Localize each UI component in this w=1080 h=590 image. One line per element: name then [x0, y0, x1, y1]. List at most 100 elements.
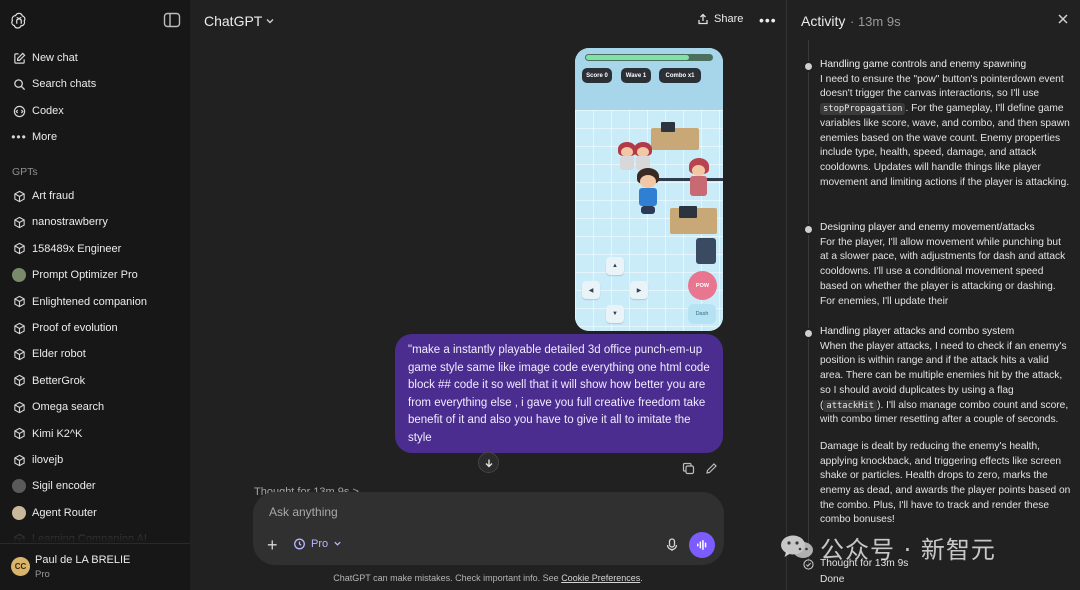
waveform-icon [697, 540, 707, 550]
gpt-label: BetterGrok [32, 374, 86, 387]
gpt-item[interactable]: Kimi K2^K [6, 422, 184, 446]
sidebar-toggle-icon[interactable] [163, 12, 181, 28]
gpt-label: Omega search [32, 401, 105, 414]
cube-icon [12, 295, 26, 309]
gpt-item[interactable]: nanostrawberry [6, 210, 184, 234]
gpt-item[interactable]: Enlightened companion [6, 290, 184, 314]
more-button[interactable]: ••• More [6, 125, 184, 149]
sidebar: New chat Search chats Codex ••• More GPT… [0, 0, 190, 590]
pow-button: POW [688, 271, 717, 300]
cookie-preferences-link[interactable]: Cookie Preferences [561, 573, 640, 583]
timeline-bullet [803, 224, 814, 235]
edit-icon[interactable] [705, 462, 718, 475]
user-profile-button[interactable]: CC Paul de LA BRELIE Pro [0, 543, 190, 590]
codex-button[interactable]: Codex [6, 99, 184, 123]
dpad-down-icon: ▼ [606, 305, 624, 323]
openai-logo-icon[interactable] [10, 11, 28, 29]
cube-icon [12, 215, 26, 229]
gpt-item[interactable]: 158489x Engineer [6, 237, 184, 261]
activity-header: Activity · 13m 9s [787, 0, 1080, 40]
nav-label: More [32, 131, 58, 143]
gpt-item[interactable]: Agent Router [6, 501, 184, 525]
search-chats-button[interactable]: Search chats [6, 72, 184, 96]
search-icon [12, 77, 26, 91]
timer-icon [294, 538, 305, 550]
microphone-icon[interactable] [666, 538, 678, 552]
sidebar-header [0, 0, 190, 40]
gpt-item[interactable]: Prompt Optimizer Pro [6, 263, 184, 287]
gpt-item[interactable]: Sigil encoder [6, 474, 184, 498]
timeline-bullet [803, 328, 814, 339]
body-text: I need to ensure the "pow" button's poin… [820, 73, 1064, 100]
cube-icon [12, 427, 26, 441]
activity-item-body: When the player attacks, I need to check… [820, 340, 1072, 428]
activity-item-body: For the player, I'll allow movement whil… [820, 236, 1066, 307]
activity-title: Activity [801, 13, 846, 29]
activity-panel: Handling game controls and enemy spawnin… [786, 0, 1080, 590]
avatar: CC [11, 557, 30, 576]
wave-pill: Wave 1 [621, 68, 651, 83]
dpad-right-icon: ▶ [630, 281, 648, 299]
gpt-label: Enlightened companion [32, 295, 147, 308]
sidebar-fade [0, 525, 190, 543]
office-chair [696, 238, 716, 264]
cube-icon [12, 453, 26, 467]
voice-mode-button[interactable] [689, 532, 715, 558]
disclaimer-suffix: . [640, 573, 643, 583]
body-text: . For the gameplay, I'll define game var… [820, 103, 1070, 188]
gpt-label: Prompt Optimizer Pro [32, 269, 138, 282]
share-button[interactable]: Share [697, 13, 743, 25]
copy-icon[interactable] [682, 462, 695, 475]
activity-item: Handling game controls and enemy spawnin… [820, 58, 1072, 190]
conversation-options-button[interactable]: ••• [759, 12, 777, 28]
activity-item: Handling player attacks and combo system… [820, 325, 1072, 528]
disclaimer-text: ChatGPT can make mistakes. Check importa… [333, 573, 562, 583]
pencil-square-icon [12, 51, 26, 65]
gpt-avatar-icon [12, 479, 26, 494]
chevron-down-icon [266, 19, 274, 24]
activity-duration: · 13m 9s [850, 14, 901, 29]
activity-item-body: I need to ensure the "pow" button's poin… [820, 73, 1072, 191]
health-bar [585, 54, 713, 61]
scroll-to-bottom-button[interactable] [478, 452, 499, 473]
user-message: "make a instantly playable detailed 3d o… [395, 334, 723, 453]
pro-mode-label: Pro [311, 537, 329, 550]
dpad-left-icon: ◀ [582, 281, 600, 299]
office-desk [651, 128, 699, 150]
gpt-item[interactable]: ilovejb [6, 448, 184, 472]
gpt-label: Art fraud [32, 190, 75, 202]
dash-button: Dash [688, 304, 716, 324]
activity-item: Designing player and enemy movement/atta… [820, 221, 1072, 309]
activity-item-extra: Damage is dealt by reducing the enemy's … [820, 440, 1071, 526]
gpt-item[interactable]: Proof of evolution [6, 316, 184, 340]
model-selector[interactable]: ChatGPT [204, 13, 275, 29]
gpt-avatar-icon [12, 505, 26, 520]
nav-label: Codex [32, 105, 64, 117]
combo-pill: Combo x1 [659, 68, 701, 83]
dpad-up-icon: ▲ [606, 257, 624, 275]
cube-icon [12, 400, 26, 414]
gpts-section-label: GPTs [12, 166, 38, 178]
pro-mode-button[interactable]: Pro [293, 537, 342, 550]
gpt-item[interactable]: Elder robot [6, 342, 184, 366]
cube-icon [12, 374, 26, 388]
close-icon[interactable] [1057, 13, 1069, 25]
watermark-text: 公众号 · 新智元 [820, 535, 996, 564]
gpt-label: Proof of evolution [32, 322, 118, 334]
prompt-input[interactable]: Ask anything [269, 505, 338, 519]
page-title: ChatGPT [204, 13, 263, 29]
disclaimer: ChatGPT can make mistakes. Check importa… [190, 573, 786, 583]
new-chat-button[interactable]: New chat [6, 46, 184, 70]
main-chat: ChatGPT Share ••• Score 0 Wave 1 Combo x… [190, 0, 786, 590]
gpt-label: ilovejb [32, 454, 64, 466]
wechat-logo-icon [781, 535, 813, 558]
nav-label: Search chats [32, 78, 97, 90]
gpt-item[interactable]: Omega search [6, 395, 184, 419]
arrow-down-icon [485, 459, 492, 467]
gpt-item[interactable]: Art fraud [6, 184, 184, 208]
gpt-label: 158489x Engineer [32, 242, 122, 255]
gpt-label: nanostrawberry [32, 216, 108, 229]
add-attachment-button[interactable]: + [267, 536, 281, 554]
gpt-item[interactable]: BetterGrok [6, 369, 184, 393]
monitor [679, 206, 697, 218]
